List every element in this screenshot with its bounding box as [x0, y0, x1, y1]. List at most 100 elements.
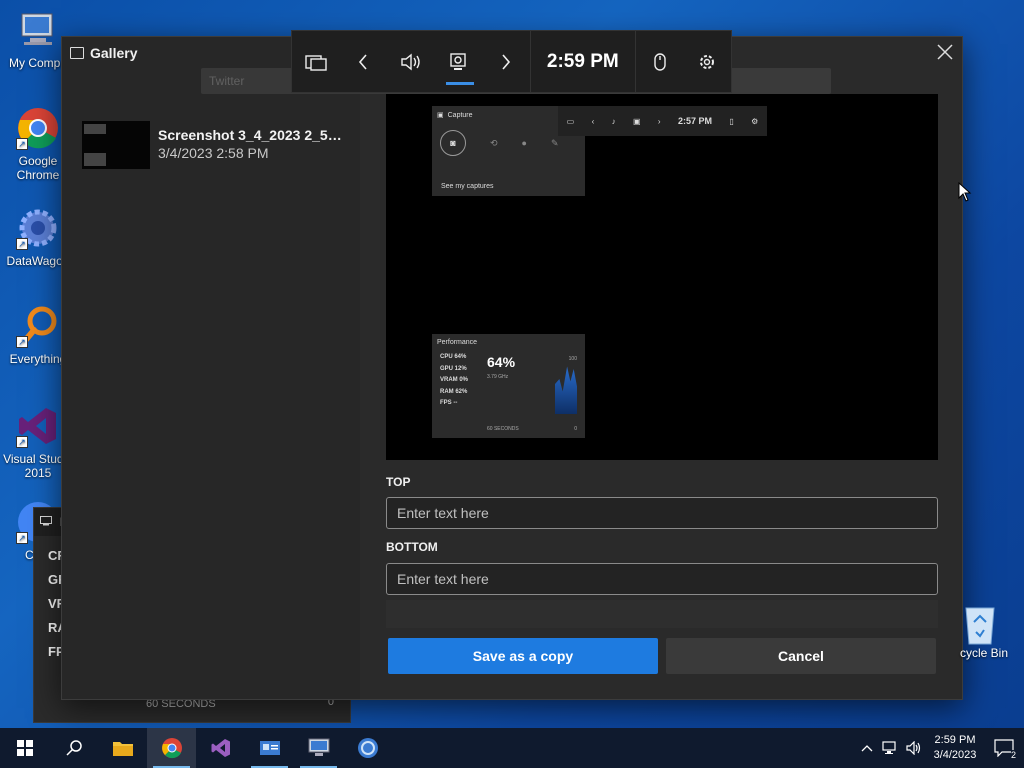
- gallery-item-date: 3/4/2023 2:58 PM: [158, 145, 269, 161]
- gallery-item[interactable]: Screenshot 3_4_2023 2_57_... 3/4/2023 2:…: [82, 121, 352, 169]
- preview-perf-row: VRAM 0%: [440, 377, 469, 383]
- gamebar-time: 2:59 PM: [546, 50, 619, 72]
- preview-perf-ghz: 3.79 GHz: [487, 374, 509, 380]
- chrome-icon: [161, 738, 182, 759]
- preview-chevron-right-icon: ›: [657, 116, 661, 126]
- gallery-icon: [70, 47, 84, 59]
- shortcut-arrow-icon: ↗: [16, 532, 28, 544]
- shortcut-arrow-icon: ↗: [16, 336, 28, 348]
- capture-icon: [450, 52, 466, 70]
- camera-icon: ▣: [437, 112, 444, 119]
- mouse-icon: [654, 52, 666, 71]
- save-as-copy-button[interactable]: Save as a copy: [388, 638, 658, 674]
- visual-studio-icon: [211, 739, 230, 757]
- visual-studio-icon: ↗: [16, 404, 60, 448]
- preview-settings-icon: ⚙: [751, 116, 759, 126]
- preview-widget-icon: ▭: [566, 116, 575, 126]
- clock-date: 3/4/2023: [933, 749, 977, 761]
- clock-time: 2:59 PM: [934, 734, 976, 746]
- preview-perf-row: FPS --: [440, 400, 458, 406]
- chevron-up-icon: [861, 745, 873, 752]
- blue-circle-app-icon: [357, 738, 378, 758]
- taskbar: 2:59 PM 3/4/2023 2: [0, 728, 1024, 768]
- taskbar-app-circle[interactable]: [343, 728, 392, 768]
- search-button[interactable]: [49, 728, 98, 768]
- preview-perf-min: 0: [574, 426, 577, 432]
- chevron-right-icon: [502, 53, 510, 70]
- show-hidden-icons-button[interactable]: [856, 728, 878, 768]
- recycle-bin-label: cycle Bin: [960, 646, 1009, 660]
- network-button[interactable]: [878, 728, 902, 768]
- taskbar-app-monitor[interactable]: [294, 728, 343, 768]
- settings-button[interactable]: [684, 30, 732, 93]
- bottom-label: BOTTOM: [386, 540, 438, 554]
- search-icon: [65, 740, 82, 756]
- preview-capture-title: Capture: [447, 111, 473, 119]
- preview-time: 2:57 PM: [677, 116, 712, 126]
- preview-perf-secs: 60 SECONDS: [487, 426, 519, 432]
- volume-button[interactable]: [902, 728, 926, 768]
- editor-divider-strip: [386, 600, 938, 628]
- notification-count-badge: 2: [1010, 750, 1016, 760]
- close-button[interactable]: [934, 41, 956, 63]
- chevron-left-icon: [359, 53, 367, 70]
- mouse-button[interactable]: [636, 30, 684, 93]
- taskbar-file-explorer[interactable]: [98, 728, 147, 768]
- preview-perf-big: 64%: [487, 354, 516, 370]
- preview-gamebar: ▭ ‹ ♪ ▣ › 2:57 PM ▯ ⚙: [558, 106, 767, 136]
- monitor-icon: [308, 738, 329, 756]
- close-icon: [937, 44, 953, 60]
- taskbar-app-card[interactable]: [245, 728, 294, 768]
- top-text-input[interactable]: [386, 497, 938, 529]
- id-card-icon: [259, 741, 280, 755]
- preview-perf-row: RAM 62%: [440, 388, 468, 395]
- action-center-button[interactable]: 2: [984, 728, 1024, 768]
- preview-perf-row: GPU 12%: [440, 365, 467, 372]
- preview-audio-icon: ♪: [611, 116, 616, 126]
- shortcut-arrow-icon: ↗: [16, 138, 28, 150]
- gallery-item-thumbnail: [82, 121, 150, 169]
- windows-icon: [16, 740, 33, 756]
- preview-capture-icon: ▣: [632, 116, 641, 126]
- folder-icon: [112, 742, 133, 756]
- preview-mic-icon: ✎: [550, 137, 559, 148]
- performance-icon: [40, 515, 52, 529]
- gallery-title: Gallery: [70, 45, 137, 61]
- gallery-item-name: Screenshot 3_4_2023 2_57_...: [158, 127, 348, 143]
- preview-mouse-icon: ▯: [729, 116, 734, 126]
- gear-icon: [700, 54, 715, 69]
- volume-icon: [906, 741, 921, 755]
- preview-history-icon: ⟲: [490, 137, 498, 148]
- capture-widget-button[interactable]: [435, 30, 483, 93]
- shortcut-arrow-icon: ↗: [16, 238, 28, 250]
- magnifier-app-icon: ↗: [16, 304, 60, 348]
- widget-menu-button[interactable]: [292, 30, 340, 93]
- preview-perf-graph: [555, 366, 577, 414]
- audio-widget-button[interactable]: [387, 30, 435, 93]
- gear-app-icon: ↗: [16, 206, 60, 250]
- preview-perf-row: CPU 64%: [440, 354, 467, 360]
- cancel-button[interactable]: Cancel: [666, 638, 936, 674]
- preview-performance-widget: Performance CPU 64% GPU 12% VRAM 0% RAM …: [432, 334, 585, 438]
- xbox-game-bar: 2:59 PM: [291, 30, 732, 93]
- previous-widget-button[interactable]: [340, 30, 388, 93]
- audio-icon: [401, 53, 420, 70]
- desktop-icon-recycle-bin[interactable]: cycle Bin: [960, 604, 1024, 660]
- bottom-text-input[interactable]: [386, 563, 938, 595]
- preview-chevron-left-icon: ‹: [591, 116, 595, 126]
- gallery-sidebar: Gallery Screenshot 3_4_2023 2_57_... 3/4…: [62, 37, 360, 699]
- preview-perf-title: Performance: [437, 339, 478, 346]
- chrome-icon: ↗: [16, 106, 60, 150]
- top-label: TOP: [386, 475, 411, 489]
- gallery-title-text: Gallery: [90, 45, 138, 61]
- network-icon: [882, 741, 896, 754]
- taskbar-chrome[interactable]: [147, 728, 196, 768]
- next-widget-button[interactable]: [482, 30, 530, 93]
- screenshot-preview: ▣ Capture ◙ ⟲ ● ✎ See my captures ▭ ‹ ♪ ▣…: [386, 94, 938, 460]
- preview-perf-max: 100: [568, 356, 577, 362]
- taskbar-clock[interactable]: 2:59 PM 3/4/2023: [926, 733, 984, 763]
- start-button[interactable]: [0, 728, 49, 768]
- preview-see-captures: See my captures: [441, 183, 494, 190]
- taskbar-visual-studio[interactable]: [196, 728, 245, 768]
- recycle-bin-icon: [962, 604, 998, 646]
